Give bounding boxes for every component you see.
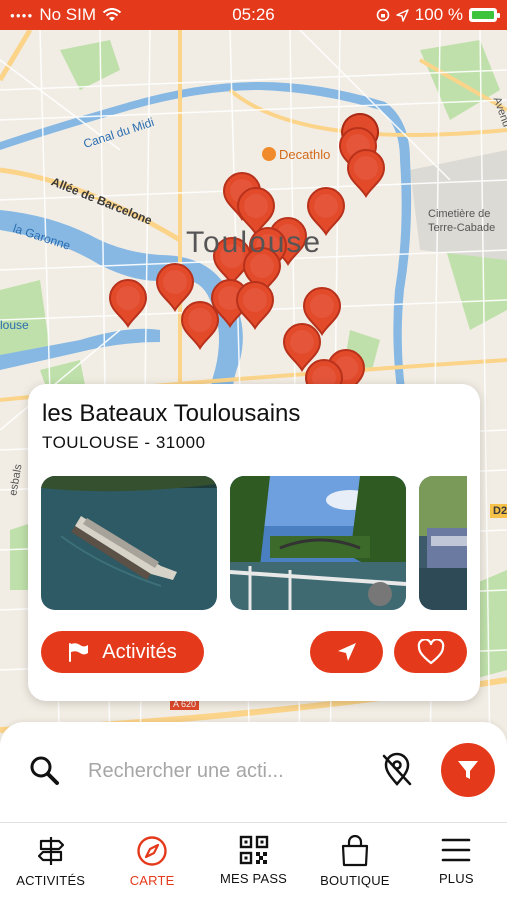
tab-carte[interactable]: CARTE xyxy=(101,823,202,900)
map-label: Toulouse xyxy=(186,226,323,259)
map-label: louse xyxy=(0,318,29,332)
tab-boutique[interactable]: BOUTIQUE xyxy=(304,823,405,900)
flag-icon xyxy=(69,643,89,662)
card-subtitle: TOULOUSE - 31000 xyxy=(42,433,206,452)
map-label: Decathlo xyxy=(262,147,330,162)
search-input[interactable] xyxy=(88,754,348,788)
shopping-bag-icon xyxy=(341,835,369,867)
photo-boat-aerial[interactable] xyxy=(41,476,217,610)
map-label: Cimetière de xyxy=(428,208,491,220)
search-icon[interactable] xyxy=(28,754,60,786)
activities-button-label: Activités xyxy=(102,640,177,663)
favorite-button[interactable] xyxy=(394,631,467,673)
photo-carousel[interactable] xyxy=(41,476,467,612)
location-off-icon[interactable] xyxy=(380,752,414,788)
tab-label: CARTE xyxy=(129,873,175,888)
signal-dots-icon: ●●●● xyxy=(10,10,34,20)
directions-button[interactable] xyxy=(310,631,383,673)
tab-mes-pass[interactable]: MES PASS xyxy=(203,823,304,900)
card-title: les Bateaux Toulousains xyxy=(42,400,301,427)
decathlon-icon xyxy=(262,147,276,161)
clock: 05:26 xyxy=(232,5,275,24)
map-label: Terre-Cabade xyxy=(428,222,496,234)
map-pin[interactable] xyxy=(156,263,194,311)
status-bar: ●●●● No SIM 05:26 100 % xyxy=(0,0,507,30)
carrier-label: No SIM xyxy=(39,5,97,24)
heart-icon xyxy=(417,639,444,665)
signpost-icon xyxy=(37,837,64,865)
filter-funnel-icon xyxy=(458,761,478,779)
photo-canal-bridge[interactable] xyxy=(230,476,406,610)
tab-label: PLUS xyxy=(438,871,474,886)
rotation-lock-icon xyxy=(376,8,390,22)
bottom-tab-bar: ACTIVITÉS CARTE MES PASS BOUTIQUE PLUS xyxy=(0,822,507,900)
tab-activites[interactable]: ACTIVITÉS xyxy=(0,823,101,900)
tab-label: MES PASS xyxy=(219,871,288,886)
map-pin[interactable] xyxy=(347,149,385,197)
activity-card[interactable]: les Bateaux Toulousains TOULOUSE - 31000 xyxy=(28,384,480,701)
battery-icon xyxy=(469,8,500,22)
qr-code-icon xyxy=(239,835,268,865)
activities-button[interactable]: Activités xyxy=(41,631,204,673)
compass-icon xyxy=(137,836,167,866)
battery-percent: 100 % xyxy=(414,5,463,24)
tab-plus[interactable]: PLUS xyxy=(406,823,507,900)
wifi-icon xyxy=(102,8,122,21)
map-pin[interactable] xyxy=(181,301,219,349)
tab-label: ACTIVITÉS xyxy=(16,873,86,888)
search-panel xyxy=(0,722,507,822)
menu-icon xyxy=(442,838,471,862)
map-pin[interactable] xyxy=(236,281,274,329)
tab-label: BOUTIQUE xyxy=(320,873,390,888)
filter-button[interactable] xyxy=(441,743,495,797)
road-badge: D2 xyxy=(490,504,507,518)
location-arrow-icon xyxy=(396,8,409,22)
photo-boat-dock[interactable] xyxy=(419,476,467,610)
navigation-arrow-icon xyxy=(337,643,356,661)
map-pin[interactable] xyxy=(109,279,147,327)
